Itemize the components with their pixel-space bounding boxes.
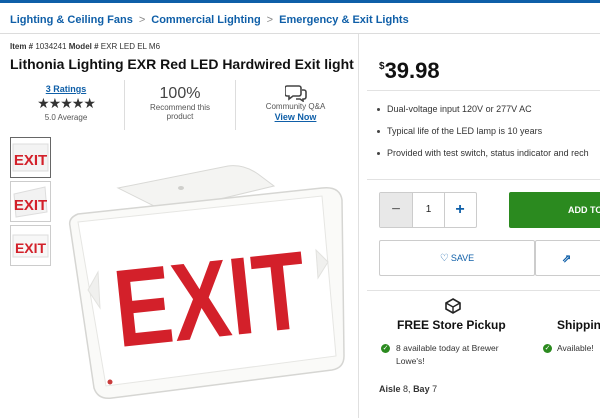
add-to-cart-button[interactable]: ADD TO bbox=[509, 192, 600, 228]
item-label: Item # bbox=[10, 42, 34, 51]
shipping-availability: Available! bbox=[557, 343, 594, 353]
price-divider bbox=[367, 90, 600, 91]
recommend-percent: 100% bbox=[159, 85, 201, 102]
breadcrumb-separator: > bbox=[266, 14, 274, 26]
thumbnail-3[interactable]: EXIT bbox=[10, 225, 51, 266]
price-currency: $ bbox=[379, 61, 385, 72]
breadcrumb-commercial-lighting[interactable]: Commercial Lighting bbox=[151, 14, 260, 26]
thumbnail-exit-text: EXIT bbox=[14, 152, 47, 169]
exit-sign-angle-thumbnail-image: EXIT bbox=[13, 186, 48, 218]
product-main-image[interactable]: EXIT bbox=[60, 160, 350, 400]
pickup-availability-line2: Lowe's! bbox=[396, 356, 425, 366]
ratings-count-link[interactable]: 3 Ratings bbox=[10, 84, 122, 94]
quantity-input[interactable]: 1 bbox=[412, 193, 445, 227]
canopy-screw bbox=[178, 186, 184, 190]
thumbnail-strip: EXIT EXIT EXIT bbox=[10, 137, 52, 269]
item-number: 1034241 bbox=[35, 42, 67, 51]
aisle-label: Aisle bbox=[379, 384, 401, 394]
store-pickup-box-icon bbox=[445, 298, 461, 314]
save-button[interactable]: ♡ SAVE bbox=[379, 240, 535, 276]
feature-list: Dual-voltage input 120V or 277V AC Typic… bbox=[377, 104, 600, 170]
features-divider bbox=[367, 179, 600, 180]
heart-icon: ♡ bbox=[439, 253, 449, 264]
thumbnail-exit-text: EXIT bbox=[14, 197, 47, 214]
model-number: EXR LED EL M6 bbox=[100, 42, 161, 51]
product-title: Lithonia Lighting EXR Red LED Hardwired … bbox=[10, 56, 354, 72]
bay-label: Bay bbox=[413, 384, 430, 394]
breadcrumb-emergency-exit[interactable]: Emergency & Exit Lights bbox=[279, 14, 409, 26]
item-model-line: Item # 1034241 Model # EXR LED EL M6 bbox=[10, 42, 160, 51]
aisle-value: 8 bbox=[403, 384, 409, 394]
pickup-availability: 8 available today at Brewer Lowe's! bbox=[396, 342, 499, 368]
pickup-check-icon: ✓ bbox=[381, 344, 390, 353]
save-label: SAVE bbox=[450, 253, 475, 263]
recommend-line2: product bbox=[166, 112, 194, 121]
quantity-increase-button[interactable]: + bbox=[444, 193, 476, 227]
pickup-availability-line1: 8 available today at Brewer bbox=[396, 343, 499, 353]
price: $39.98 bbox=[379, 58, 440, 84]
purchase-panel: $39.98 Dual-voltage input 120V or 277V A… bbox=[358, 34, 600, 418]
product-stats: 3 Ratings ★★★★★ 5.0 Average 100% Recomme… bbox=[10, 80, 355, 130]
share-button[interactable]: ⇗ bbox=[535, 240, 600, 276]
feature-item: Typical life of the LED lamp is 10 years bbox=[377, 126, 600, 136]
feature-item: Dual-voltage input 120V or 277V AC bbox=[377, 104, 600, 114]
quantity-stepper: − 1 + bbox=[379, 192, 477, 228]
recommend-line1: Recommend this bbox=[149, 103, 211, 112]
recommend-block: 100% Recommend this product bbox=[124, 80, 236, 130]
main-exit-text: EXIT bbox=[108, 228, 312, 371]
share-icon: ⇗ bbox=[562, 253, 572, 265]
community-qa-label: Community Q&A bbox=[265, 102, 326, 111]
store-pickup-title: FREE Store Pickup bbox=[397, 318, 506, 332]
top-accent-bar bbox=[0, 0, 600, 3]
breadcrumb: Lighting & Ceiling Fans > Commercial Light… bbox=[10, 14, 409, 26]
aisle-bay-location: Aisle 8, Bay 7 bbox=[379, 384, 438, 394]
model-label: Model # bbox=[68, 42, 99, 51]
shipping-title: Shippin bbox=[557, 318, 600, 332]
thumbnail-exit-text: EXIT bbox=[15, 240, 47, 256]
exit-sign-thumbnail-image: EXIT bbox=[12, 143, 49, 172]
actions-divider bbox=[367, 290, 600, 291]
quantity-decrease-button[interactable]: − bbox=[380, 193, 412, 227]
star-rating: ★★★★★ bbox=[37, 95, 96, 111]
price-amount: 39.98 bbox=[384, 58, 440, 83]
feature-item: Provided with test switch, status indica… bbox=[377, 148, 600, 158]
rating-average: 5.0 Average bbox=[44, 113, 88, 122]
thumbnail-2[interactable]: EXIT bbox=[10, 181, 51, 222]
status-indicator-led bbox=[107, 379, 113, 385]
bay-value: 7 bbox=[432, 384, 438, 394]
breadcrumb-lighting[interactable]: Lighting & Ceiling Fans bbox=[10, 14, 133, 26]
thumbnail-1[interactable]: EXIT bbox=[10, 137, 51, 178]
shipping-check-icon: ✓ bbox=[543, 344, 552, 353]
chat-bubbles-icon bbox=[284, 85, 307, 102]
ratings-block: 3 Ratings ★★★★★ 5.0 Average bbox=[10, 80, 122, 130]
community-qa-block[interactable]: Community Q&A View Now bbox=[238, 80, 353, 130]
exit-sign-front-thumbnail-image: EXIT bbox=[12, 234, 49, 258]
breadcrumb-separator: > bbox=[138, 14, 146, 26]
view-now-link[interactable]: View Now bbox=[238, 112, 353, 122]
